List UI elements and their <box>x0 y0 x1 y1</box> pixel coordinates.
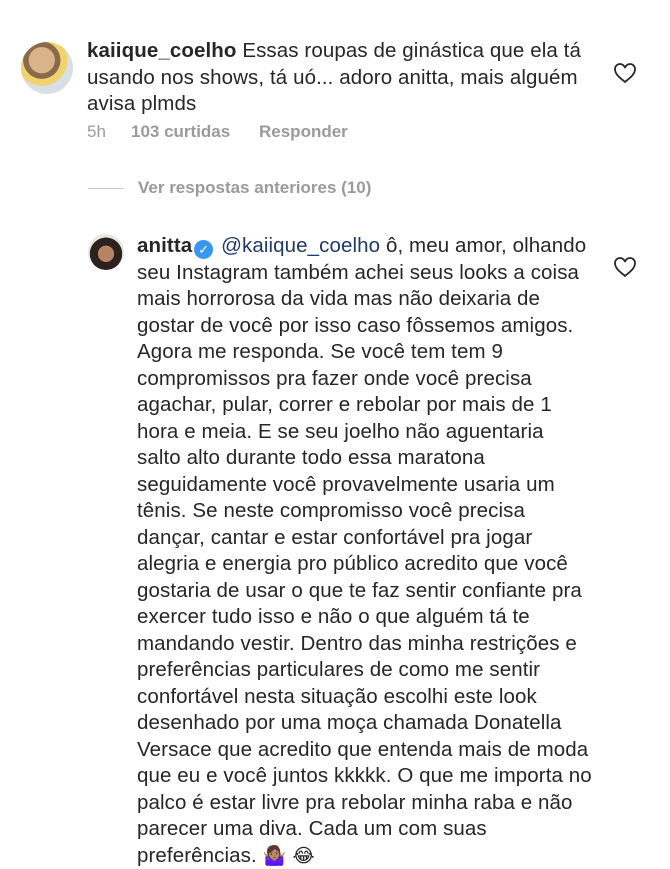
username[interactable]: kaiique_coelho <box>87 39 237 62</box>
mention-link[interactable]: @kaiique_coelho <box>221 234 380 257</box>
heart-outline-icon[interactable] <box>613 256 637 278</box>
emoji-group: 🤷🏽‍♀️ 😂 <box>262 844 315 867</box>
comment-text: ô, meu amor, olhando seu Instagram també… <box>137 234 592 867</box>
likes-count[interactable]: 103 curtidas <box>131 122 259 142</box>
comment-body: kaiique_coelho Essas roupas de ginástica… <box>87 38 607 118</box>
comment-meta: 5h 103 curtidas Responder <box>87 122 348 142</box>
timestamp: 5h <box>87 122 106 141</box>
comment-body: anitta ✓ @kaiique_coelho ô, meu amor, olh… <box>137 233 592 869</box>
avatar[interactable] <box>88 234 124 270</box>
username[interactable]: anitta <box>137 234 192 257</box>
verified-badge-icon: ✓ <box>194 240 214 259</box>
avatar[interactable] <box>21 42 73 94</box>
view-previous-replies-button[interactable]: Ver respostas anteriores (10) <box>88 178 371 198</box>
replies-divider <box>88 187 124 189</box>
reply-button[interactable]: Responder <box>259 122 348 142</box>
heart-outline-icon[interactable] <box>613 62 637 84</box>
replies-label: Ver respostas anteriores (10) <box>138 178 372 197</box>
